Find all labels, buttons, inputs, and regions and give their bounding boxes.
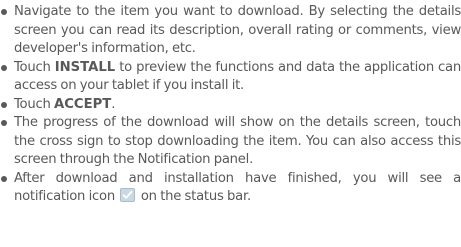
- list-item: Touch ACCEPT.: [0, 96, 461, 115]
- bullet-icon: [1, 175, 7, 182]
- instructions-page: Navigate to the item you want to downloa…: [0, 3, 461, 207]
- step-text-prefix: Touch: [14, 96, 55, 112]
- step-text-suffix: .: [111, 96, 116, 112]
- step-text: Navigate to the item you want to downloa…: [14, 4, 461, 56]
- list-item: After download and installation have fin…: [0, 170, 461, 207]
- list-item: The progress of the download will show o…: [0, 114, 461, 170]
- step-text-prefix: Touch: [14, 59, 55, 75]
- bullet-icon: [1, 120, 7, 126]
- list-item: Touch INSTALL to preview the functions a…: [0, 59, 461, 96]
- download-steps-list: Navigate to the item you want to downloa…: [0, 3, 461, 207]
- accept-keyword: ACCEPT: [54, 96, 112, 112]
- bullet-icon: [1, 101, 7, 108]
- bullet-icon: [1, 9, 7, 15]
- step-text: The progress of the download will show o…: [14, 115, 461, 167]
- download-complete-icon: [120, 188, 136, 202]
- bullet-icon: [1, 64, 7, 71]
- step-text-suffix: on the status bar.: [140, 189, 251, 204]
- install-keyword: INSTALL: [54, 59, 116, 75]
- list-item: Navigate to the item you want to downloa…: [0, 3, 461, 59]
